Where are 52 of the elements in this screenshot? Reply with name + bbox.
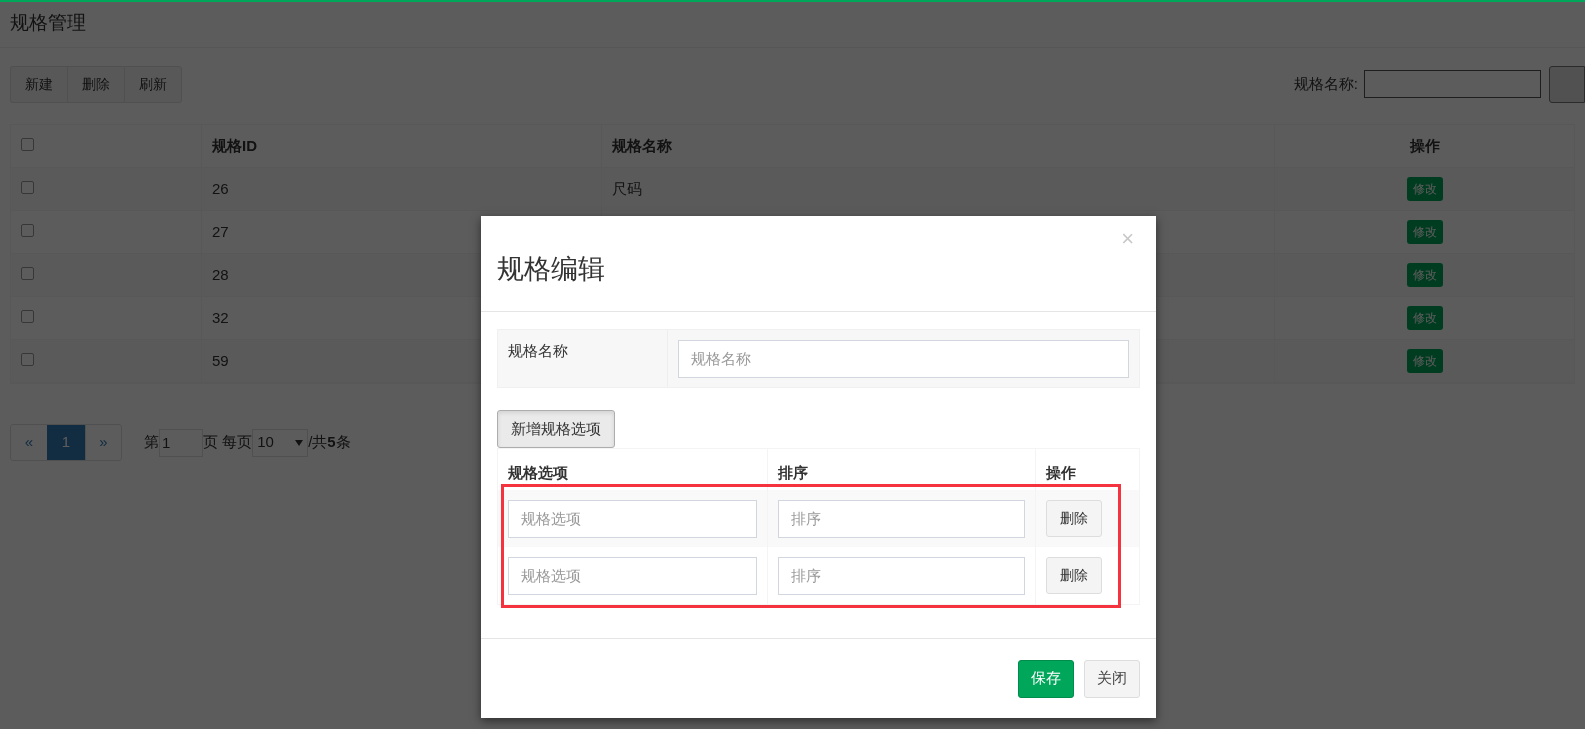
- table-cell-text: 32: [212, 307, 229, 328]
- table-cell-text: 26: [212, 178, 229, 199]
- page-button[interactable]: 1: [47, 425, 85, 460]
- column-header: 操作: [1046, 462, 1076, 483]
- column-header: 操作: [1409, 135, 1440, 156]
- edit-button[interactable]: 修改: [1406, 177, 1443, 201]
- option-field[interactable]: 规格选项: [508, 499, 757, 538]
- field-label: 规格名称: [508, 342, 568, 359]
- order-field[interactable]: 排序: [778, 499, 1025, 538]
- toolbar-button[interactable]: 新建: [10, 65, 67, 103]
- checkbox[interactable]: [21, 180, 34, 194]
- close-button[interactable]: ×: [1121, 228, 1134, 250]
- checkbox[interactable]: [21, 352, 34, 366]
- dialog-button[interactable]: 关闭: [1084, 659, 1140, 698]
- checkbox[interactable]: [21, 266, 34, 280]
- toolbar-button[interactable]: 刷新: [124, 65, 182, 103]
- column-header: 规格选项: [508, 462, 568, 483]
- checkbox[interactable]: [21, 223, 34, 237]
- dropdown-caret-icon: [295, 439, 304, 446]
- table-cell-text: 27: [212, 221, 229, 242]
- page-prefix: 第: [144, 432, 159, 453]
- edit-button[interactable]: 修改: [1406, 220, 1443, 244]
- toolbar-button[interactable]: 删除: [67, 65, 124, 103]
- page-size-label: 页 每页: [203, 432, 253, 453]
- column-header: 规格ID: [212, 135, 257, 156]
- option-field[interactable]: 规格选项: [508, 556, 757, 595]
- page-size-select[interactable]: 10: [252, 428, 309, 457]
- search-label: 规格名称:: [1293, 73, 1358, 94]
- dialog-title: 规格编辑: [497, 252, 605, 286]
- page-number-field[interactable]: 1: [159, 428, 203, 457]
- next-page-button[interactable]: »: [85, 425, 121, 460]
- edit-button[interactable]: 修改: [1406, 263, 1443, 287]
- dialog-button[interactable]: 保存: [1018, 659, 1074, 698]
- checkbox[interactable]: [21, 309, 34, 323]
- prev-page-button[interactable]: «: [11, 425, 47, 460]
- spec-name-field[interactable]: 规格名称: [678, 339, 1129, 378]
- table-cell-text: 尺码: [612, 178, 642, 199]
- delete-button[interactable]: 删除: [1046, 557, 1102, 594]
- search-field[interactable]: [1364, 70, 1541, 98]
- table-cell-text: 59: [212, 350, 229, 371]
- column-header: 规格名称: [612, 135, 672, 156]
- table-cell-text: 28: [212, 264, 229, 285]
- delete-button[interactable]: 删除: [1046, 500, 1102, 537]
- edit-button[interactable]: 修改: [1406, 349, 1443, 373]
- page-title: 规格管理: [10, 11, 86, 35]
- column-header: 排序: [778, 462, 808, 483]
- order-field[interactable]: 排序: [778, 556, 1025, 595]
- search-button[interactable]: [1549, 65, 1585, 103]
- edit-button[interactable]: 修改: [1406, 306, 1443, 330]
- checkbox[interactable]: [21, 137, 34, 151]
- total-count: /共5条: [308, 432, 351, 453]
- add-option-button[interactable]: 新增规格选项: [497, 410, 615, 448]
